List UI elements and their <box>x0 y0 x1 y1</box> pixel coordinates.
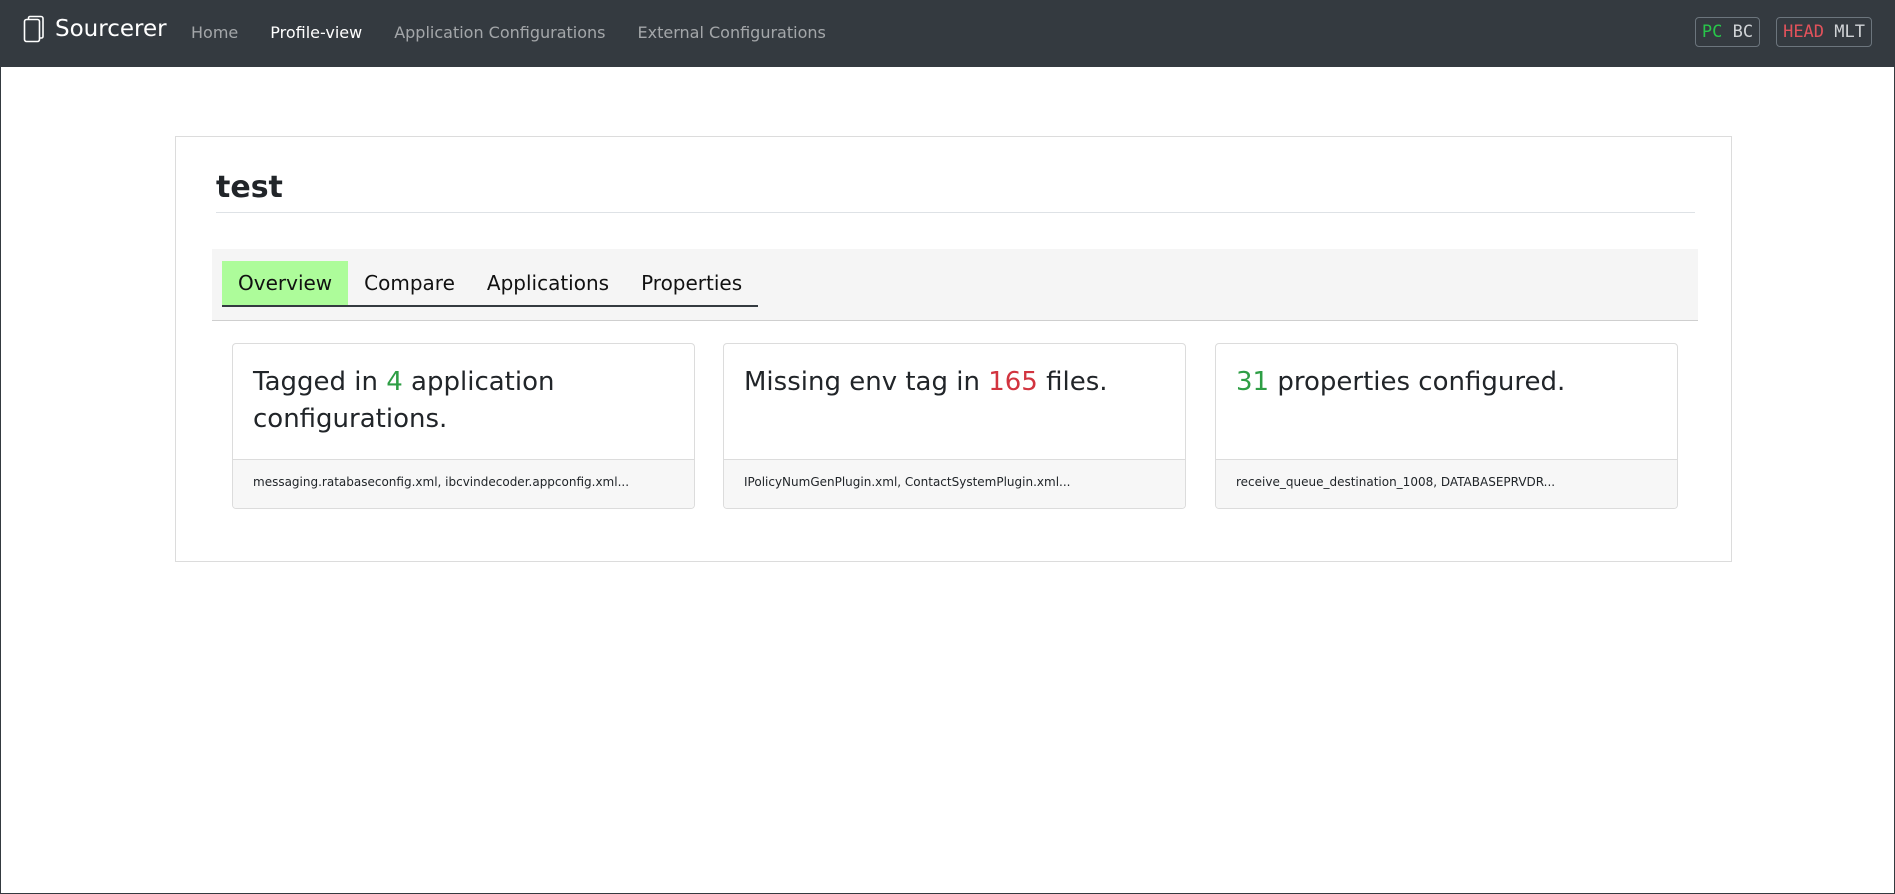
card-missing-env-tag[interactable]: Missing env tag in 165 files. IPolicyNum… <box>723 343 1186 509</box>
nav-link-profile-view[interactable]: Profile-view <box>270 23 362 42</box>
page: Sourcerer Home Profile-view Application … <box>0 0 1895 894</box>
files-icon <box>23 15 44 43</box>
tab-properties[interactable]: Properties <box>625 261 758 305</box>
nav-link-external-configurations[interactable]: External Configurations <box>638 23 826 42</box>
environment-badges: PC BC HEAD MLT <box>1679 17 1872 47</box>
card-footer: IPolicyNumGenPlugin.xml, ContactSystemPl… <box>724 459 1185 508</box>
card-footer-list: receive_queue_destination_1008, DATABASE… <box>1236 475 1556 489</box>
card-summary: Missing env tag in 165 files. <box>744 364 1167 401</box>
summary-count: 31 <box>1236 367 1270 397</box>
card-summary: Tagged in 4 application configurations. <box>253 364 676 438</box>
tab-overview[interactable]: Overview <box>222 261 349 305</box>
card-properties-configured[interactable]: 31 properties configured. receive_queue_… <box>1215 343 1678 509</box>
nav-link-home[interactable]: Home <box>191 23 238 42</box>
brand-name: Sourcerer <box>55 16 167 42</box>
summary-suffix: files. <box>1037 367 1108 397</box>
branch-badge-head-mlt[interactable]: HEAD MLT <box>1776 17 1872 47</box>
tab-applications[interactable]: Applications <box>471 261 625 305</box>
badge-project-label: BC <box>1732 22 1754 42</box>
summary-prefix: Tagged in <box>253 367 387 397</box>
tab-compare[interactable]: Compare <box>348 261 471 305</box>
profile-panel: test Overview Compare Applications Prope… <box>175 136 1732 562</box>
card-summary: 31 properties configured. <box>1236 364 1659 401</box>
card-footer-list: IPolicyNumGenPlugin.xml, ContactSystemPl… <box>744 475 1071 489</box>
badge-branch-label: HEAD <box>1783 22 1825 42</box>
summary-suffix: properties configured. <box>1269 367 1566 397</box>
card-tagged-configurations[interactable]: Tagged in 4 application configurations. … <box>232 343 695 509</box>
nav-links: Home Profile-view Application Configurat… <box>191 1 858 63</box>
summary-prefix: Missing env tag in <box>744 367 989 397</box>
nav-link-application-configurations[interactable]: Application Configurations <box>394 23 605 42</box>
top-navbar: Sourcerer Home Profile-view Application … <box>1 1 1894 67</box>
tabs: Overview Compare Applications Properties <box>222 261 759 307</box>
badge-repo-label: MLT <box>1834 22 1865 42</box>
env-badge-pc-bc[interactable]: PC BC <box>1694 17 1761 47</box>
badge-env-label: PC <box>1701 22 1723 42</box>
card-footer: receive_queue_destination_1008, DATABASE… <box>1216 459 1677 508</box>
overview-cards: Tagged in 4 application configurations. … <box>232 343 1678 509</box>
summary-count: 165 <box>988 367 1038 397</box>
summary-count: 4 <box>386 367 403 397</box>
title-divider <box>216 212 1695 213</box>
page-title: test <box>216 170 283 205</box>
card-footer-list: messaging.ratabaseconfig.xml, ibcvindeco… <box>253 475 630 489</box>
brand[interactable]: Sourcerer <box>23 15 167 43</box>
card-footer: messaging.ratabaseconfig.xml, ibcvindeco… <box>233 459 694 508</box>
tab-bar: Overview Compare Applications Properties <box>212 249 1698 321</box>
